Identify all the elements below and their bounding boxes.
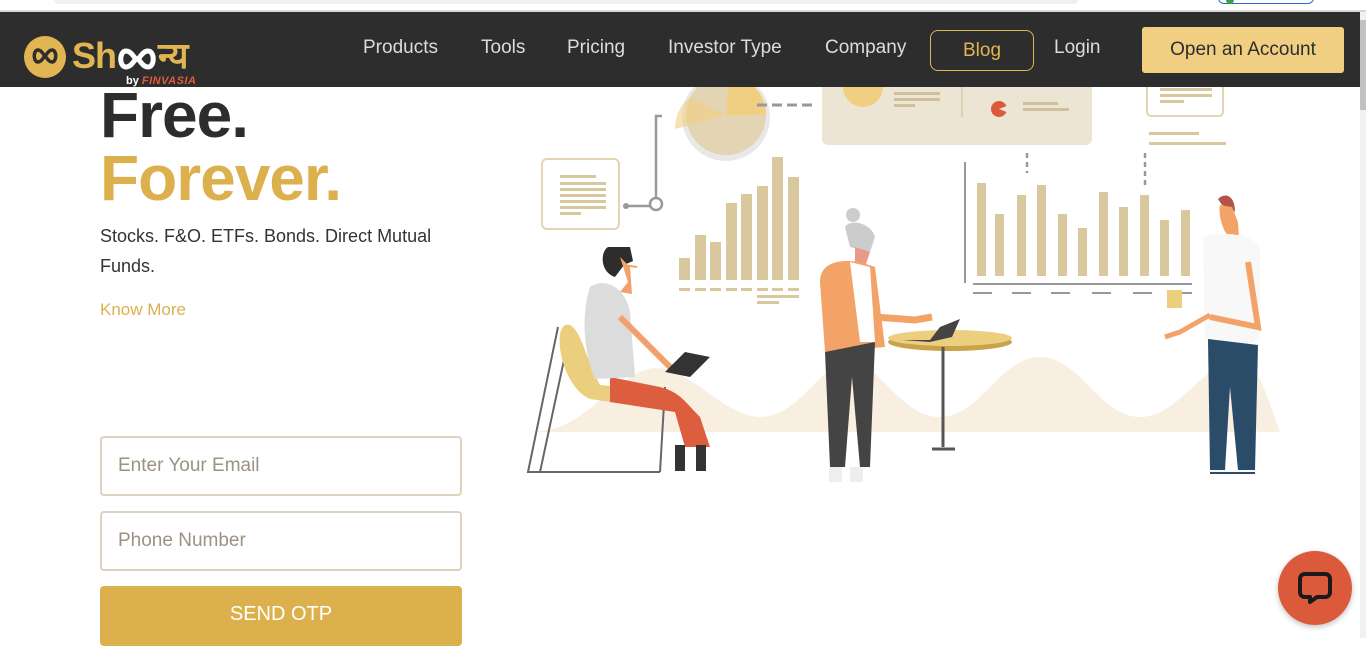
nav-blog-button[interactable]: Blog: [930, 30, 1034, 71]
nav-products[interactable]: Products: [363, 37, 438, 59]
dashboard-panel-graphic: [822, 87, 1092, 145]
hero-subtitle: Stocks. F&O. ETFs. Bonds. Direct Mutual …: [100, 226, 432, 276]
hero-illustration: [520, 87, 1300, 497]
top-navbar: Sh न्य by FINVASIA Products Tools Pricing…: [0, 12, 1360, 87]
know-more-link[interactable]: Know More: [100, 300, 186, 320]
chat-bubble-icon: [1298, 572, 1332, 604]
seated-person-graphic: [526, 247, 710, 473]
infinity-logo-icon: [24, 36, 66, 78]
phone-field: [100, 511, 462, 571]
page-scrollbar[interactable]: [1360, 12, 1366, 638]
address-bar-edge[interactable]: [54, 0, 1078, 4]
logo-wordmark: Sh न्य: [72, 30, 188, 79]
document-card-graphic: [541, 158, 620, 230]
bar-chart-right-graphic: [977, 183, 1190, 276]
nav-tools[interactable]: Tools: [481, 37, 525, 59]
info-card-graphic: [1146, 87, 1226, 145]
logo-wordmark-latin: Sh: [72, 35, 117, 76]
open-account-button[interactable]: Open an Account: [1142, 27, 1344, 73]
nav-login[interactable]: Login: [1054, 37, 1101, 59]
hero-headline-forever: Forever.: [100, 142, 342, 214]
phone-input[interactable]: [102, 513, 460, 569]
email-input[interactable]: [102, 438, 460, 494]
bar-chart-left-axis-ticks: [679, 288, 799, 304]
hero-illustration-svg: [526, 87, 1280, 482]
standing-man-graphic: [1164, 195, 1262, 474]
shoonya-logo[interactable]: Sh न्य by FINVASIA: [24, 24, 214, 87]
scrollbar-thumb[interactable]: [1360, 20, 1366, 110]
nav-pricing[interactable]: Pricing: [567, 37, 625, 59]
send-otp-button[interactable]: SEND OTP: [100, 586, 462, 646]
pie-chart-graphic: [674, 87, 770, 161]
bar-chart-left-graphic: [679, 157, 799, 280]
nav-company[interactable]: Company: [825, 37, 906, 59]
nav-investor-type[interactable]: Investor Type: [668, 37, 782, 59]
live-chat-button[interactable]: [1278, 551, 1352, 625]
infinity-wordmark-icon: [118, 48, 156, 70]
logo-wordmark-devanagari: न्य: [158, 35, 188, 76]
email-field: [100, 436, 462, 496]
